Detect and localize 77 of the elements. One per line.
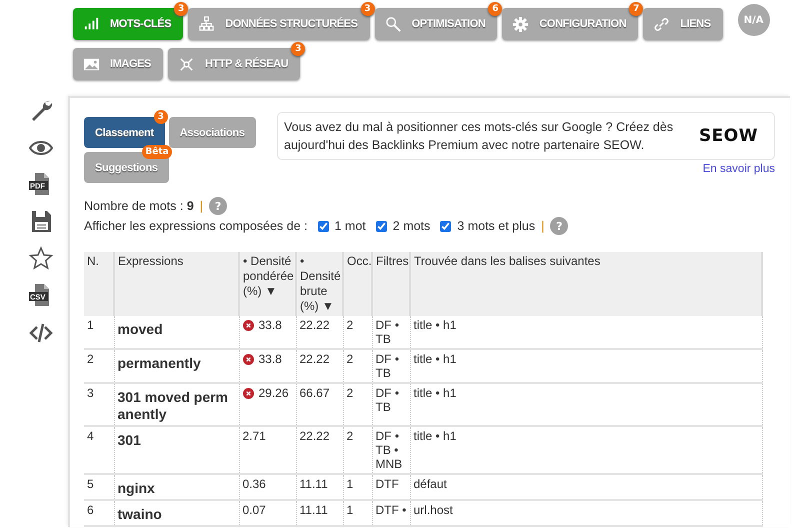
table-cell: permanently <box>114 349 239 383</box>
table-cell: 11.11 <box>296 500 343 526</box>
table-cell: 66.67 <box>296 383 343 426</box>
table-cell: 2 <box>343 316 372 349</box>
column-header[interactable]: • Densité pondérée (%) ▼ <box>239 252 296 316</box>
table-cell: DF • TB <box>372 316 410 349</box>
table-cell: 2 <box>343 426 372 474</box>
gear-icon <box>512 16 530 32</box>
table-cell: 29.26 <box>258 386 289 400</box>
sitemap-icon <box>198 16 216 32</box>
table-cell: 11.11 <box>296 474 343 500</box>
network-icon <box>178 56 195 72</box>
table-cell: 0.36 <box>242 477 266 491</box>
checkbox-label[interactable]: 1 mot <box>334 219 366 233</box>
logo: SEOW <box>698 126 759 146</box>
count-badge: 7 <box>629 2 644 16</box>
table-cell: DF • TB <box>372 349 410 383</box>
table-cell: 1 <box>84 316 114 349</box>
column-header[interactable]: Occ. <box>343 252 372 316</box>
column-header[interactable]: N. <box>84 252 114 316</box>
table-cell: twaino <box>114 500 239 526</box>
table-cell: 4 <box>84 426 114 474</box>
table-cell: DF • TB <box>372 383 410 426</box>
checkbox-label[interactable]: 3 mots et plus <box>457 219 536 233</box>
table-cell: 22.22 <box>296 349 343 383</box>
table-cell: 22.22 <box>296 426 343 474</box>
table-cell: nginx <box>114 474 239 500</box>
column-header[interactable]: Expressions <box>114 252 239 316</box>
table-cell: DTF • <box>372 500 410 526</box>
table-cell: 0.07 <box>242 503 266 517</box>
table-cell: 2 <box>343 383 372 426</box>
link-icon <box>653 16 670 32</box>
promo-text: Vous avez du mal à positionner ces mots-clés sur Google ? Créez dès aujourd'hui des Backlinks Premium avec notre partenaire SEOW. <box>284 119 674 154</box>
table-cell: 1 <box>343 474 372 500</box>
checkbox[interactable] <box>440 220 452 232</box>
star-icon[interactable] <box>29 246 53 270</box>
learn-more-link[interactable]: En savoir plus <box>702 163 775 175</box>
table-cell: DTF <box>372 474 410 500</box>
count-badge: 3 <box>154 110 168 124</box>
table-cell: title • h1 <box>410 383 762 426</box>
count-badge: 3 <box>174 2 188 16</box>
checkbox-label[interactable]: 2 mots <box>392 219 430 233</box>
table-cell: 6 <box>84 500 114 526</box>
table-cell: 301 <box>114 426 239 474</box>
table-cell: moved <box>114 316 239 349</box>
count-badge: Bêta <box>142 145 172 159</box>
table-cell: 2.71 <box>242 429 266 443</box>
table-cell: 5 <box>84 474 114 500</box>
separator: | <box>541 219 544 233</box>
save-icon[interactable] <box>29 209 53 233</box>
table-cell: title • h1 <box>410 426 762 474</box>
count-badge: 3 <box>291 42 306 56</box>
table-cell: 33.8 <box>258 352 282 366</box>
count-badge: 6 <box>488 2 502 16</box>
table-cell: 2 <box>343 349 372 383</box>
column-header[interactable]: • Densité brute (%) ▼ <box>296 252 343 316</box>
table-cell: title • h1 <box>410 316 762 349</box>
table-cell: 33.8 <box>258 318 282 332</box>
table-cell: 301 moved perm anently <box>114 383 239 426</box>
word-count: Nombre de mots : 9 <box>84 199 194 213</box>
table-cell: DF • TB • MNB <box>372 426 410 474</box>
table-cell: défaut <box>410 474 762 500</box>
status-badge: N/A <box>738 4 770 36</box>
table-cell: 1 <box>343 500 372 526</box>
table-cell: 22.22 <box>296 316 343 349</box>
table-cell: 2 <box>84 349 114 383</box>
filter-label: Afficher les expressions composées de : <box>84 219 308 233</box>
checkbox[interactable] <box>376 220 387 232</box>
separator: | <box>200 199 204 213</box>
search-icon <box>384 16 402 32</box>
count-badge: 3 <box>360 2 375 16</box>
column-header[interactable]: Trouvée dans les balises suivantes <box>410 252 762 316</box>
table-cell: title • h1 <box>410 349 762 383</box>
table-cell: 3 <box>84 383 114 426</box>
table-cell: url.host <box>410 500 762 526</box>
checkbox[interactable] <box>318 220 328 232</box>
column-header[interactable]: Filtres <box>372 252 410 316</box>
